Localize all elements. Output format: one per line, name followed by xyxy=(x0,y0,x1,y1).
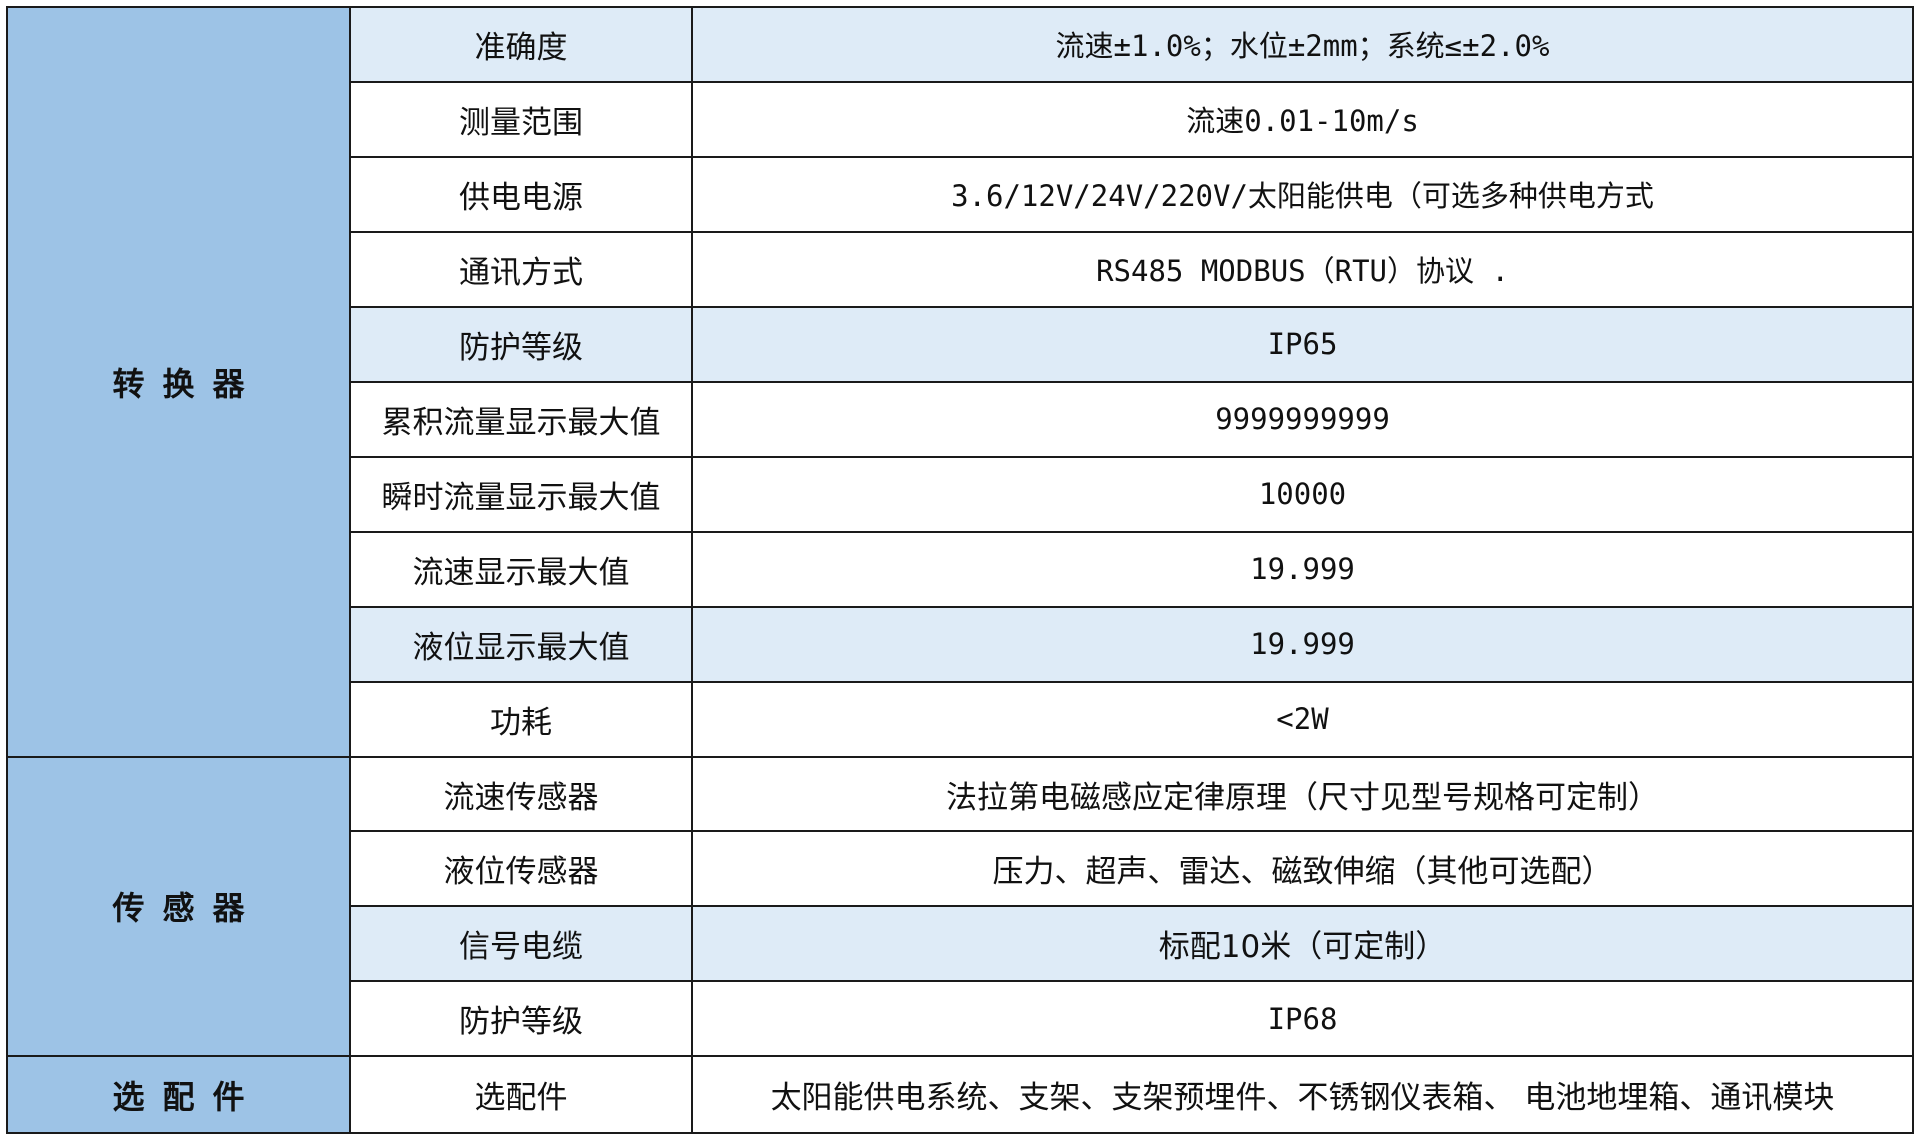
param-value: 19.999 xyxy=(691,605,1914,683)
group-label-converter: 转换器 xyxy=(6,6,351,758)
param-label: 瞬时流量显示最大值 xyxy=(349,455,693,533)
param-value: 3.6/12V/24V/220V/太阳能供电（可选多种供电方式 xyxy=(691,155,1914,233)
table-row: 转换器 准确度 流速±1.0%；水位±2mm；系统≤±2.0% xyxy=(6,6,1914,758)
param-value: IP65 xyxy=(691,305,1914,383)
param-label: 流速显示最大值 xyxy=(349,530,693,608)
param-value: RS485 MODBUS（RTU）协议 . xyxy=(691,230,1914,308)
param-label: 信号电缆 xyxy=(349,905,693,983)
param-label: 累积流量显示最大值 xyxy=(349,380,693,458)
param-value: 压力、超声、雷达、磁致伸缩（其他可选配） xyxy=(691,830,1914,908)
param-label: 准确度 xyxy=(349,6,693,83)
spec-table: 转换器 准确度 流速±1.0%；水位±2mm；系统≤±2.0% 测量范围 流速0… xyxy=(6,6,1914,1134)
param-label: 流速传感器 xyxy=(349,755,693,833)
param-value: <2W xyxy=(691,680,1914,758)
group-label-accessory: 选配件 xyxy=(6,1055,351,1134)
param-value: 流速0.01-10m/s xyxy=(691,80,1914,158)
group-label-sensor: 传感器 xyxy=(6,755,351,1058)
param-value: 标配10米（可定制） xyxy=(691,905,1914,983)
param-value: 法拉第电磁感应定律原理（尺寸见型号规格可定制） xyxy=(691,755,1914,833)
param-label: 选配件 xyxy=(349,1055,693,1134)
param-value: 10000 xyxy=(691,455,1914,533)
table-row: 传感器 流速传感器 法拉第电磁感应定律原理（尺寸见型号规格可定制） xyxy=(6,755,1914,1058)
param-label: 液位传感器 xyxy=(349,830,693,908)
param-label: 供电电源 xyxy=(349,155,693,233)
param-label: 功耗 xyxy=(349,680,693,758)
param-label: 液位显示最大值 xyxy=(349,605,693,683)
param-label: 防护等级 xyxy=(349,305,693,383)
param-label: 通讯方式 xyxy=(349,230,693,308)
table-row: 选配件 选配件 太阳能供电系统、支架、支架预埋件、不锈钢仪表箱、 电池地埋箱、通… xyxy=(6,1055,1914,1134)
param-value: 19.999 xyxy=(691,530,1914,608)
param-value: 流速±1.0%；水位±2mm；系统≤±2.0% xyxy=(691,6,1914,83)
param-label: 防护等级 xyxy=(349,980,693,1058)
param-value: IP68 xyxy=(691,980,1914,1058)
param-value: 9999999999 xyxy=(691,380,1914,458)
param-label: 测量范围 xyxy=(349,80,693,158)
param-value: 太阳能供电系统、支架、支架预埋件、不锈钢仪表箱、 电池地埋箱、通讯模块 xyxy=(691,1055,1914,1134)
